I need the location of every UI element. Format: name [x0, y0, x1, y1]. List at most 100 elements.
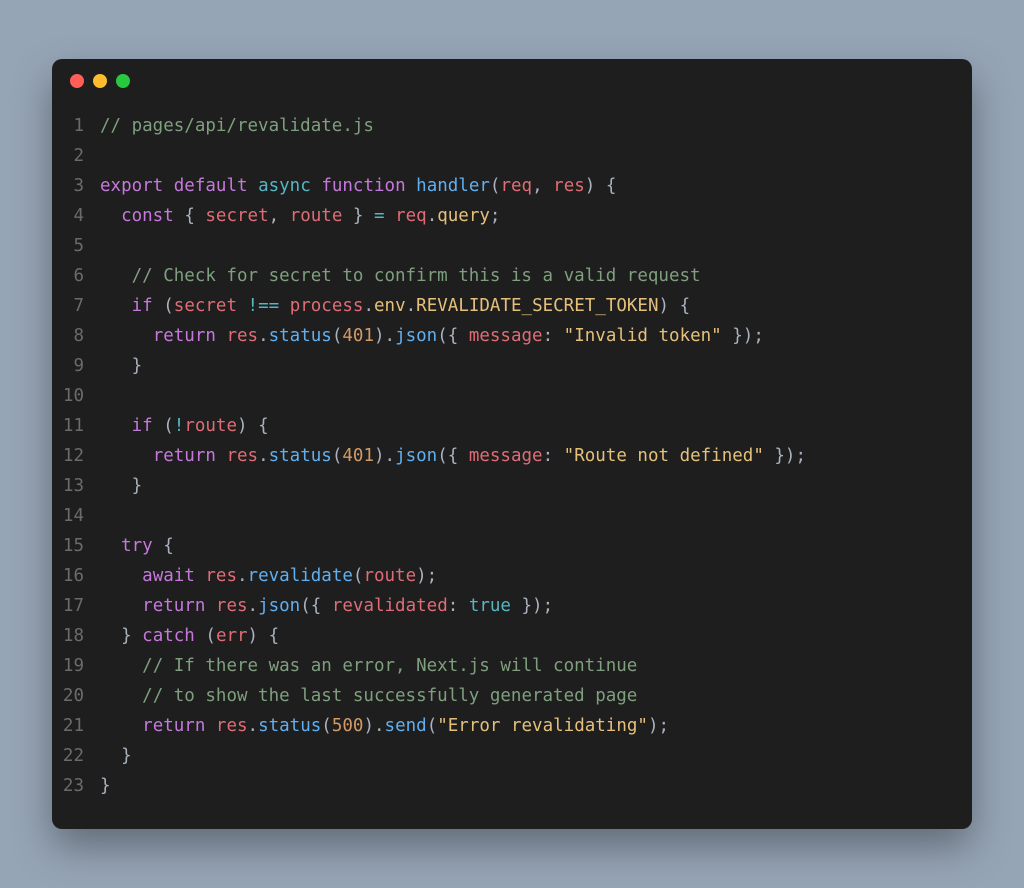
token-pl	[195, 626, 206, 646]
token-pn: ) {	[237, 416, 269, 436]
code-content[interactable]: }	[100, 771, 111, 801]
line-number: 7	[52, 291, 100, 321]
code-content[interactable]: return res.json({ revalidated: true });	[100, 591, 553, 621]
token-kw: try	[121, 536, 153, 556]
token-pn: });	[511, 596, 553, 616]
line-number: 11	[52, 411, 100, 441]
line-number: 23	[52, 771, 100, 801]
code-content[interactable]	[100, 381, 111, 411]
token-kw: return	[153, 326, 216, 346]
code-content[interactable]: // Check for secret to confirm this is a…	[100, 261, 701, 291]
token-pl	[195, 566, 206, 586]
code-line[interactable]: 3export default async function handler(r…	[52, 171, 972, 201]
code-content[interactable]: if (secret !== process.env.REVALIDATE_SE…	[100, 291, 690, 321]
token-id: res	[226, 326, 258, 346]
code-line[interactable]: 21 return res.status(500).send("Error re…	[52, 711, 972, 741]
token-fn: handler	[416, 176, 490, 196]
token-str: "Route not defined"	[564, 446, 764, 466]
code-content[interactable]: }	[100, 351, 142, 381]
code-line[interactable]: 9 }	[52, 351, 972, 381]
code-content[interactable]: await res.revalidate(route);	[100, 561, 437, 591]
code-content[interactable]: try {	[100, 531, 174, 561]
token-fn: status	[269, 326, 332, 346]
code-line[interactable]: 8 return res.status(401).json({ message:…	[52, 321, 972, 351]
code-content[interactable]: if (!route) {	[100, 411, 269, 441]
code-content[interactable]: const { secret, route } = req.query;	[100, 201, 500, 231]
token-pn: .	[248, 596, 259, 616]
code-line[interactable]: 2	[52, 141, 972, 171]
zoom-icon[interactable]	[116, 74, 130, 88]
token-pn: }	[100, 776, 111, 796]
token-pn: }	[342, 206, 374, 226]
token-pl	[311, 176, 322, 196]
code-line[interactable]: 17 return res.json({ revalidated: true }…	[52, 591, 972, 621]
code-content[interactable]: // to show the last successfully generat…	[100, 681, 637, 711]
token-id: secret	[174, 296, 237, 316]
line-number: 5	[52, 231, 100, 261]
code-content[interactable]: // If there was an error, Next.js will c…	[100, 651, 637, 681]
token-kw: await	[142, 566, 195, 586]
token-pn: ) {	[248, 626, 280, 646]
code-line[interactable]: 6 // Check for secret to confirm this is…	[52, 261, 972, 291]
code-line[interactable]: 12 return res.status(401).json({ message…	[52, 441, 972, 471]
token-pl	[385, 206, 396, 226]
line-number: 1	[52, 111, 100, 141]
token-pn: (	[332, 326, 343, 346]
code-line[interactable]: 18 } catch (err) {	[52, 621, 972, 651]
line-number: 12	[52, 441, 100, 471]
code-content[interactable]	[100, 231, 111, 261]
token-num: 500	[332, 716, 364, 736]
token-pn: .	[237, 566, 248, 586]
token-pl	[205, 716, 216, 736]
code-line[interactable]: 23}	[52, 771, 972, 801]
code-content[interactable]: }	[100, 471, 142, 501]
minimize-icon[interactable]	[93, 74, 107, 88]
code-line[interactable]: 7 if (secret !== process.env.REVALIDATE_…	[52, 291, 972, 321]
code-content[interactable]: }	[100, 741, 132, 771]
code-content[interactable]: return res.status(500).send("Error reval…	[100, 711, 669, 741]
token-id: req	[500, 176, 532, 196]
token-id: res	[216, 716, 248, 736]
token-pl	[100, 296, 132, 316]
code-line[interactable]: 5	[52, 231, 972, 261]
token-pn: {	[184, 206, 205, 226]
code-line[interactable]: 1// pages/api/revalidate.js	[52, 111, 972, 141]
code-content[interactable]: return res.status(401).json({ message: "…	[100, 321, 764, 351]
code-editor[interactable]: 1// pages/api/revalidate.js2 3export def…	[52, 103, 972, 829]
code-content[interactable]: } catch (err) {	[100, 621, 279, 651]
token-pn: });	[764, 446, 806, 466]
token-str: "Error revalidating"	[437, 716, 648, 736]
token-pn: .	[258, 326, 269, 346]
code-line[interactable]: 15 try {	[52, 531, 972, 561]
code-line[interactable]: 4 const { secret, route } = req.query;	[52, 201, 972, 231]
code-content[interactable]: export default async function handler(re…	[100, 171, 616, 201]
token-pn: ).	[374, 446, 395, 466]
token-pl	[248, 176, 259, 196]
code-content[interactable]	[100, 501, 111, 531]
token-fn: status	[258, 716, 321, 736]
code-line[interactable]: 20 // to show the last successfully gene…	[52, 681, 972, 711]
code-line[interactable]: 10	[52, 381, 972, 411]
token-pn: ) {	[659, 296, 691, 316]
code-line[interactable]: 19 // If there was an error, Next.js wil…	[52, 651, 972, 681]
code-line[interactable]: 13 }	[52, 471, 972, 501]
line-number: 8	[52, 321, 100, 351]
token-fn: send	[385, 716, 427, 736]
code-line[interactable]: 16 await res.revalidate(route);	[52, 561, 972, 591]
close-icon[interactable]	[70, 74, 84, 88]
token-pn: }	[121, 626, 142, 646]
token-pr: env	[374, 296, 406, 316]
token-id: route	[290, 206, 343, 226]
code-line[interactable]: 14	[52, 501, 972, 531]
token-id: message	[469, 446, 543, 466]
token-id: secret	[205, 206, 268, 226]
line-number: 9	[52, 351, 100, 381]
code-content[interactable]	[100, 141, 111, 171]
token-pl	[205, 596, 216, 616]
code-content[interactable]: // pages/api/revalidate.js	[100, 111, 374, 141]
code-line[interactable]: 22 }	[52, 741, 972, 771]
code-content[interactable]: return res.status(401).json({ message: "…	[100, 441, 806, 471]
token-pl	[153, 296, 164, 316]
code-line[interactable]: 11 if (!route) {	[52, 411, 972, 441]
token-fn: status	[269, 446, 332, 466]
